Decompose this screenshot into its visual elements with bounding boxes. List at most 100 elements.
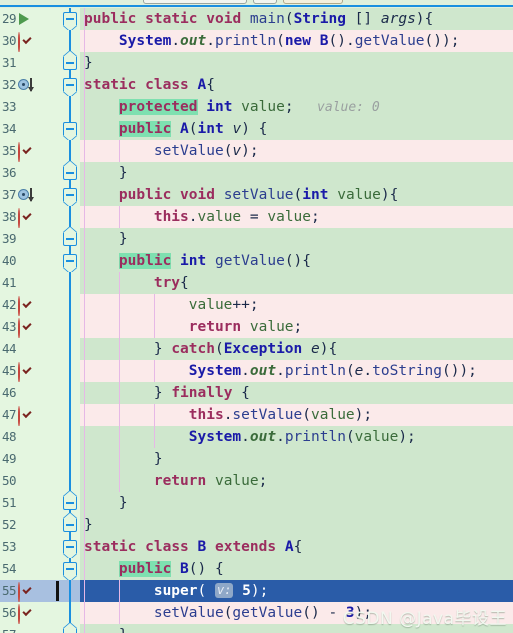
- code-editor[interactable]: 29 public static void main(String [] args…: [0, 8, 513, 633]
- breakpoint-icon[interactable]: [18, 318, 34, 339]
- line-gutter[interactable]: 37: [0, 184, 60, 206]
- code-line[interactable]: 55 super( v: 5);: [0, 580, 513, 603]
- fold-column[interactable]: [60, 8, 80, 31]
- line-gutter[interactable]: 42: [0, 294, 60, 317]
- line-gutter[interactable]: 45: [0, 360, 60, 383]
- code-text[interactable]: public void setValue(int value){: [80, 184, 513, 206]
- code-line[interactable]: 51 }: [0, 491, 513, 514]
- fold-collapse-icon[interactable]: [63, 122, 77, 136]
- fold-column[interactable]: [60, 118, 80, 141]
- fold-column[interactable]: [60, 294, 80, 316]
- fold-region-end-icon[interactable]: [63, 496, 77, 510]
- fold-column[interactable]: [60, 382, 80, 404]
- fold-column[interactable]: [60, 536, 80, 559]
- fold-region-end-icon[interactable]: [63, 518, 77, 532]
- code-line[interactable]: 54 public B() {: [0, 558, 513, 581]
- fold-column[interactable]: [60, 448, 80, 470]
- code-line[interactable]: 48 System.out.println(value);: [0, 426, 513, 448]
- line-gutter[interactable]: 35: [0, 140, 60, 163]
- fold-region-end-icon[interactable]: [63, 56, 77, 70]
- code-line[interactable]: 50 return value;: [0, 470, 513, 492]
- line-gutter[interactable]: 29: [0, 8, 60, 30]
- line-gutter[interactable]: 38: [0, 206, 60, 229]
- fold-collapse-icon[interactable]: [63, 562, 77, 576]
- breakpoint-icon[interactable]: [18, 604, 34, 625]
- line-gutter[interactable]: 44: [0, 338, 60, 360]
- line-gutter[interactable]: 53: [0, 536, 60, 558]
- line-gutter[interactable]: 46: [0, 382, 60, 404]
- line-gutter[interactable]: 32: [0, 74, 60, 96]
- code-text[interactable]: public static void main(String [] args){: [80, 8, 513, 30]
- line-gutter[interactable]: 54: [0, 558, 60, 580]
- line-gutter[interactable]: 40: [0, 250, 60, 272]
- code-line[interactable]: 42 value++;: [0, 294, 513, 317]
- fold-column[interactable]: [60, 206, 80, 228]
- fold-column[interactable]: [60, 426, 80, 448]
- code-text[interactable]: System.out.println(e.toString());: [80, 360, 513, 382]
- fold-column[interactable]: [60, 602, 80, 624]
- line-gutter[interactable]: 43: [0, 316, 60, 339]
- overridden-method-icon[interactable]: [18, 77, 34, 93]
- fold-column[interactable]: [60, 140, 80, 162]
- code-line[interactable]: 30 System.out.println(new B().getValue()…: [0, 30, 513, 53]
- line-gutter[interactable]: 36: [0, 162, 60, 184]
- code-line[interactable]: 47 this.setValue(value);: [0, 404, 513, 427]
- run-button[interactable]: [253, 0, 277, 4]
- fold-column[interactable]: [60, 227, 80, 250]
- code-text[interactable]: }: [80, 52, 513, 74]
- line-gutter[interactable]: 50: [0, 470, 60, 492]
- code-text[interactable]: System.out.println(new B().getValue());: [80, 30, 513, 52]
- fold-column[interactable]: [60, 30, 80, 52]
- breakpoint-icon[interactable]: [18, 582, 34, 603]
- overridden-method-icon[interactable]: [18, 187, 34, 203]
- code-text[interactable]: }: [80, 624, 513, 633]
- fold-column[interactable]: [60, 51, 80, 74]
- run-configuration-selector[interactable]: [143, 0, 247, 4]
- code-line[interactable]: 41 try{: [0, 272, 513, 294]
- code-text[interactable]: }: [80, 228, 513, 250]
- code-text[interactable]: static class A{: [80, 74, 513, 96]
- code-text[interactable]: return value;: [80, 470, 513, 492]
- code-line[interactable]: 37 public void setValue(int value){: [0, 184, 513, 207]
- debug-button[interactable]: [283, 0, 343, 4]
- fold-collapse-icon[interactable]: [63, 254, 77, 268]
- code-line[interactable]: 52}: [0, 513, 513, 536]
- line-gutter[interactable]: 48: [0, 426, 60, 448]
- breakpoint-icon[interactable]: [18, 208, 34, 229]
- fold-column[interactable]: [60, 74, 80, 97]
- code-text[interactable]: }: [80, 514, 513, 536]
- line-gutter[interactable]: 39: [0, 228, 60, 250]
- code-line[interactable]: 44 } catch(Exception e){: [0, 338, 513, 360]
- fold-column[interactable]: [60, 184, 80, 207]
- line-gutter[interactable]: 55: [0, 580, 60, 603]
- fold-column[interactable]: [60, 250, 80, 273]
- fold-region-end-icon[interactable]: [63, 166, 77, 180]
- breakpoint-icon[interactable]: [18, 296, 34, 317]
- fold-column[interactable]: [60, 161, 80, 184]
- fold-collapse-icon[interactable]: [63, 540, 77, 554]
- line-gutter[interactable]: 49: [0, 448, 60, 470]
- code-text[interactable]: } catch(Exception e){: [80, 338, 513, 360]
- code-text[interactable]: setValue(getValue() - 3);: [80, 602, 513, 624]
- breakpoint-icon[interactable]: [18, 362, 34, 383]
- code-line[interactable]: 45 System.out.println(e.toString());: [0, 360, 513, 383]
- code-text[interactable]: value++;: [80, 294, 513, 316]
- code-text[interactable]: }: [80, 448, 513, 470]
- fold-column[interactable]: [60, 623, 80, 633]
- line-gutter[interactable]: 34: [0, 118, 60, 140]
- code-line[interactable]: 56 setValue(getValue() - 3);: [0, 602, 513, 625]
- line-gutter[interactable]: 52: [0, 514, 60, 536]
- code-text[interactable]: public A(int v) {: [80, 118, 513, 140]
- fold-column[interactable]: [60, 470, 80, 492]
- code-line[interactable]: 33 protected int value; value: 0: [0, 96, 513, 118]
- line-gutter[interactable]: 41: [0, 272, 60, 294]
- fold-collapse-icon[interactable]: [63, 188, 77, 202]
- breakpoint-icon[interactable]: [18, 142, 34, 163]
- code-text[interactable]: this.setValue(value);: [80, 404, 513, 426]
- fold-collapse-icon[interactable]: [63, 12, 77, 26]
- line-gutter[interactable]: 51: [0, 492, 60, 514]
- fold-region-end-icon[interactable]: [63, 232, 77, 246]
- fold-column[interactable]: [60, 316, 80, 338]
- fold-column[interactable]: [60, 580, 80, 602]
- breakpoint-icon[interactable]: [18, 32, 34, 53]
